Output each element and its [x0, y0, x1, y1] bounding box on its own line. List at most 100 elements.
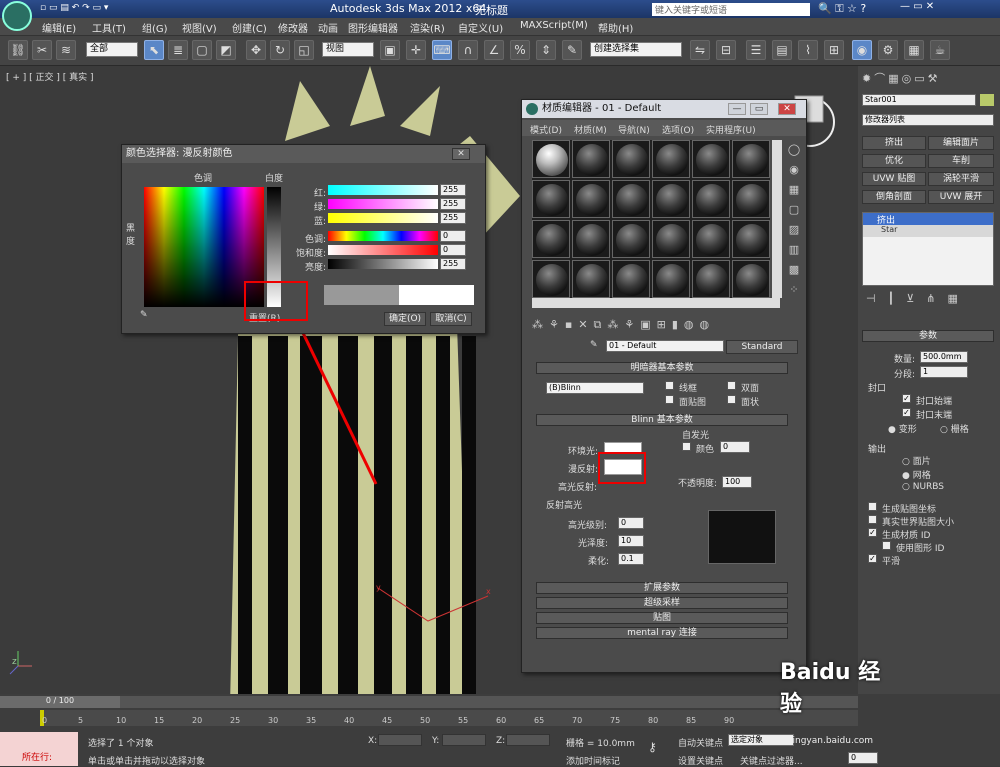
wire-checkbox[interactable] — [665, 381, 674, 390]
modifier-button[interactable]: 挤出 — [862, 136, 926, 150]
window-controls[interactable]: — ▭ ✕ — [900, 1, 998, 16]
bind-spacewarp-icon[interactable]: ≋ — [56, 40, 76, 60]
rollout-maps[interactable]: 贴图 — [536, 612, 788, 624]
eyedropper-icon[interactable]: ✎ — [590, 340, 598, 350]
spec-level-value[interactable]: 0 — [618, 517, 644, 529]
material-editor-icon[interactable]: ◉ — [852, 40, 872, 60]
menu-item[interactable]: 实用程序(U) — [706, 123, 756, 136]
menu-item[interactable]: 导航(N) — [618, 123, 650, 136]
rect-region-icon[interactable]: ▢ — [192, 40, 212, 60]
blue-slider[interactable] — [328, 213, 438, 223]
sample-slot[interactable] — [612, 220, 650, 258]
modifier-button[interactable]: 涡轮平滑 — [928, 172, 994, 186]
ribbon-icon[interactable]: ▤ — [772, 40, 792, 60]
self-illum-value[interactable]: 0 — [720, 441, 750, 453]
schematic-icon[interactable]: ⊞ — [824, 40, 844, 60]
menu-item[interactable]: 图形编辑器 — [348, 20, 398, 35]
sample-slot[interactable] — [612, 260, 650, 298]
close-icon[interactable]: ✕ — [778, 103, 796, 115]
sample-slot[interactable] — [652, 260, 690, 298]
sample-slot[interactable] — [732, 260, 770, 298]
keyboard-shortcut-icon[interactable]: ⌨ — [432, 40, 452, 60]
menu-item[interactable]: 修改器 — [278, 20, 308, 35]
eyedropper-icon[interactable]: ✎ — [140, 310, 148, 320]
object-name-field[interactable]: Star001 — [862, 94, 976, 106]
quick-access[interactable]: ▫ ▭ ▤ ↶ ↷ ▭ ▾ — [40, 3, 160, 15]
app-logo-icon[interactable] — [2, 1, 32, 31]
modifier-button[interactable]: 优化 — [862, 154, 926, 168]
sample-slot[interactable] — [692, 220, 730, 258]
menu-item[interactable]: 创建(C) — [232, 20, 267, 35]
stack-tools-icons[interactable]: ⊣┃⊻⋔▦ — [866, 292, 994, 306]
rollout-supersampling[interactable]: 超级采样 — [536, 597, 788, 609]
menu-item[interactable]: 编辑(E) — [42, 20, 76, 35]
blue-value[interactable]: 255 — [440, 212, 466, 224]
frame-indicator[interactable]: 0 / 100 — [0, 696, 120, 708]
sample-slot[interactable] — [732, 180, 770, 218]
timeline-ruler[interactable]: 0 5 10 15 20 25 30 35 40 45 50 55 60 65 … — [40, 710, 858, 726]
sample-slot[interactable] — [572, 220, 610, 258]
key-icon[interactable]: ⚷ — [648, 740, 657, 754]
named-selection-dropdown[interactable]: 创建选择集 — [590, 42, 682, 57]
sample-slot[interactable] — [652, 140, 690, 178]
menu-item[interactable]: 自定义(U) — [458, 20, 503, 35]
unlink-icon[interactable]: ✂ — [32, 40, 52, 60]
panel-tabs[interactable]: ✹⌒▦◎▭⚒ — [862, 70, 996, 85]
menu-item[interactable]: 视图(V) — [182, 20, 217, 35]
hue-slider[interactable] — [328, 231, 438, 241]
menu-item[interactable]: 模式(D) — [530, 123, 562, 136]
morph-radio[interactable]: ● 变形 — [888, 422, 917, 435]
menu-item[interactable]: 动画 — [318, 20, 338, 35]
menu-item[interactable]: 选项(O) — [662, 123, 694, 136]
red-slider[interactable] — [328, 185, 438, 195]
amount-value[interactable]: 500.0mm — [920, 351, 968, 363]
rotate-icon[interactable]: ↻ — [270, 40, 290, 60]
menu-item[interactable]: 帮助(H) — [598, 20, 633, 35]
sample-slot[interactable] — [692, 260, 730, 298]
use-shape-id-checkbox[interactable] — [882, 541, 891, 550]
gloss-value[interactable]: 10 — [618, 535, 644, 547]
setkey-button[interactable]: 设置关键点 — [678, 754, 723, 767]
object-color-swatch[interactable] — [980, 94, 994, 106]
sample-slot[interactable] — [652, 180, 690, 218]
rollout-mental-ray[interactable]: mental ray 连接 — [536, 627, 788, 639]
gen-map-checkbox[interactable] — [868, 502, 877, 511]
close-icon[interactable]: ✕ — [452, 148, 470, 160]
search-input[interactable]: 键入关键字或短语 — [652, 3, 810, 16]
edit-named-sel-icon[interactable]: ✎ — [562, 40, 582, 60]
sample-slot[interactable] — [692, 140, 730, 178]
modifier-stack[interactable]: 挤出 Star — [862, 212, 994, 286]
sample-slots[interactable] — [532, 140, 770, 298]
vertical-scrollbar[interactable] — [772, 140, 782, 298]
modifier-list-dropdown[interactable]: 修改器列表 — [862, 114, 994, 126]
sample-slot[interactable] — [532, 220, 570, 258]
percent-snap-icon[interactable]: % — [510, 40, 530, 60]
sample-slot[interactable] — [612, 140, 650, 178]
material-type-button[interactable]: Standard — [726, 340, 798, 354]
gen-mat-id-checkbox[interactable]: ✓ — [868, 528, 877, 537]
material-name-field[interactable]: 01 - Default — [606, 340, 724, 352]
key-selection-dropdown[interactable]: 选定对象 — [728, 734, 794, 746]
sample-slot[interactable] — [692, 180, 730, 218]
time-slider[interactable]: 0 / 100 — [0, 696, 858, 708]
help-icons[interactable]: 🔍 ⚿ ☆ ? — [818, 2, 866, 16]
sample-slot[interactable] — [532, 140, 570, 178]
render-teapot-icon[interactable]: ☕ — [930, 40, 950, 60]
key-filter-button[interactable]: 关键点过滤器... — [740, 754, 803, 767]
sample-slot[interactable] — [572, 260, 610, 298]
modifier-button[interactable]: UVW 展开 — [928, 190, 994, 204]
current-frame-field[interactable]: 0 — [848, 752, 878, 764]
render-frame-icon[interactable]: ▦ — [904, 40, 924, 60]
params-rollout-header[interactable]: 参数 — [862, 330, 994, 342]
output-mesh-radio[interactable]: ● 网格 — [902, 468, 931, 481]
manipulate-icon[interactable]: ✛ — [406, 40, 426, 60]
green-slider[interactable] — [328, 199, 438, 209]
opacity-value[interactable]: 100 — [722, 476, 752, 488]
curve-editor-icon[interactable]: ⌇ — [798, 40, 818, 60]
value-value[interactable]: 255 — [440, 258, 466, 270]
modifier-button[interactable]: UVW 贴图 — [862, 172, 926, 186]
ref-coord-dropdown[interactable]: 视图 — [322, 42, 374, 57]
maxscript-listener[interactable]: 所在行: — [0, 732, 78, 766]
select-by-name-icon[interactable]: ≣ — [168, 40, 188, 60]
smooth-checkbox[interactable]: ✓ — [868, 554, 877, 563]
